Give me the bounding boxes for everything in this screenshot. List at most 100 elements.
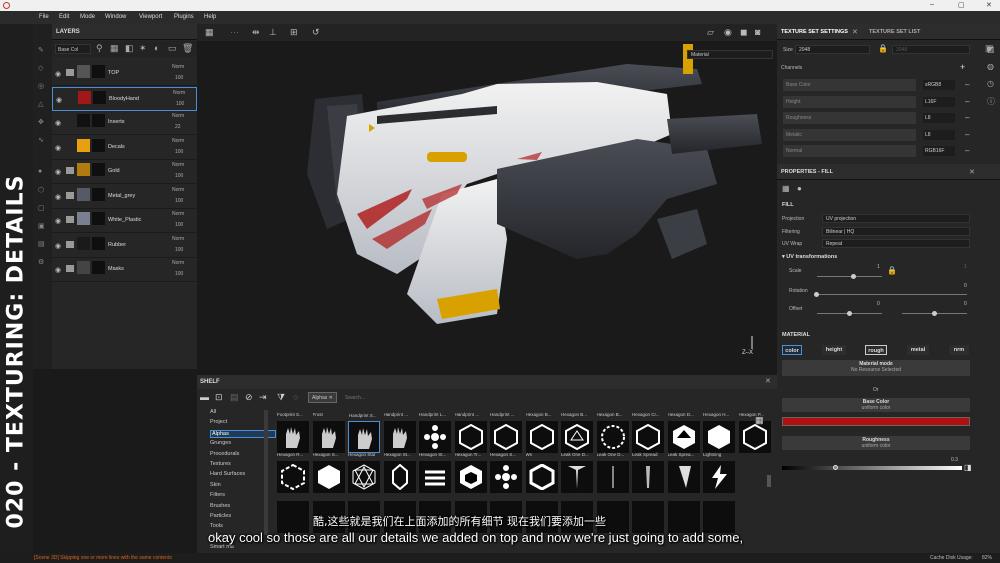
- size-linked-field[interactable]: 2048: [892, 45, 970, 54]
- layer-opacity[interactable]: 100: [175, 75, 183, 81]
- video-icon[interactable]: ◼: [740, 27, 747, 38]
- layer-row[interactable]: ◉ TOP Norm 100: [52, 62, 197, 86]
- bake-icon[interactable]: ▣: [38, 222, 46, 230]
- display-settings-icon[interactable]: ◩: [987, 45, 995, 54]
- shelf-tile[interactable]: Hexagon Star: [348, 452, 380, 493]
- layer-opacity[interactable]: 100: [175, 198, 183, 204]
- log-icon[interactable]: ⓘ: [987, 96, 995, 107]
- export-icon[interactable]: ▤: [38, 240, 46, 248]
- layer-opacity[interactable]: 100: [175, 247, 183, 253]
- filtering-select[interactable]: Bilinear | HQ: [822, 227, 970, 236]
- folder-icon[interactable]: [66, 265, 74, 272]
- shelf-tile[interactable]: Leak Spread: [632, 452, 664, 493]
- grid-icon[interactable]: ▦: [205, 27, 214, 38]
- shelf-export-icon[interactable]: ⇥: [259, 392, 267, 403]
- visibility-eye-icon[interactable]: ◉: [55, 119, 61, 127]
- remove-channel-icon[interactable]: –: [965, 146, 969, 155]
- folder-icon[interactable]: [66, 240, 74, 248]
- render-icon[interactable]: ◉: [724, 27, 732, 38]
- tab-texture-set-settings[interactable]: TEXTURE SET SETTINGS: [781, 29, 848, 35]
- uv-transformations-label[interactable]: ▾ UV transformations: [782, 254, 837, 260]
- rotation-knob[interactable]: [814, 292, 819, 297]
- offset-knob-v[interactable]: [932, 311, 937, 316]
- shelf-search-input[interactable]: [345, 392, 465, 403]
- menu-mode[interactable]: Mode: [80, 14, 95, 20]
- shelf-tile[interactable]: Hexagon St...: [419, 452, 451, 493]
- shelf-tile[interactable]: Leak One D...: [561, 452, 593, 493]
- eraser-icon[interactable]: ◇: [38, 64, 46, 72]
- scale-slider[interactable]: [817, 276, 882, 277]
- shelf-tile[interactable]: Hexagon B...: [596, 412, 629, 453]
- add-view-icon[interactable]: ⊞: [290, 27, 298, 38]
- close-shelf-icon[interactable]: ✕: [765, 377, 771, 385]
- shelf-tile[interactable]: Leak Sprea...: [667, 452, 700, 493]
- shelf-save-icon[interactable]: ▤: [230, 392, 239, 403]
- menu-window[interactable]: Window: [105, 14, 126, 20]
- menu-file[interactable]: File: [39, 14, 49, 20]
- visibility-eye-icon[interactable]: ◉: [55, 266, 61, 274]
- layer-blend-mode[interactable]: Norm: [172, 236, 184, 242]
- mat-rough-button[interactable]: rough: [865, 345, 887, 355]
- layer-blend-mode[interactable]: Norm: [172, 187, 184, 193]
- folder-icon[interactable]: [66, 167, 74, 174]
- offset-knob-u[interactable]: [847, 311, 852, 316]
- visibility-eye-icon[interactable]: ◉: [55, 144, 61, 152]
- history-icon[interactable]: ↺: [312, 27, 320, 38]
- folder-icon[interactable]: [66, 216, 74, 223]
- layer-opacity[interactable]: 100: [175, 149, 183, 155]
- shelf-tile[interactable]: Hexagon R...: [277, 452, 309, 493]
- grid-view-icon[interactable]: ▦: [755, 415, 764, 426]
- layer-row[interactable]: ◉ Rubber Norm 100: [52, 233, 197, 258]
- layer-blend-mode[interactable]: Norm: [172, 260, 184, 266]
- layer-opacity[interactable]: 22: [175, 124, 181, 130]
- symmetry-icon[interactable]: ⇹: [252, 27, 260, 38]
- add-smart-mask-icon[interactable]: ◐: [154, 43, 159, 53]
- visibility-eye-icon[interactable]: ◉: [55, 217, 61, 225]
- minimize-button[interactable]: –: [930, 1, 934, 8]
- channel-format-select[interactable]: sRGB8: [923, 80, 955, 90]
- shelf-tile[interactable]: Handprint ...: [490, 412, 522, 453]
- channel-format-select[interactable]: L16F: [923, 96, 955, 107]
- channel-format-select[interactable]: RGB16F: [923, 146, 955, 156]
- smudge-icon[interactable]: ∿: [38, 136, 46, 144]
- shelf-category-all[interactable]: All: [210, 409, 216, 415]
- shelf-scrollbar[interactable]: [767, 475, 771, 487]
- layer-blend-mode[interactable]: Norm: [172, 64, 184, 70]
- menu-help[interactable]: Help: [204, 14, 216, 20]
- layer-opacity[interactable]: 100: [176, 101, 184, 107]
- filter-icon[interactable]: ⧩: [277, 392, 285, 403]
- shelf-tile[interactable]: Hexagon B...: [525, 412, 558, 453]
- visibility-eye-icon[interactable]: ◉: [55, 242, 61, 250]
- material-mode-select[interactable]: Material: [687, 50, 773, 59]
- layer-blend-mode[interactable]: Norm: [172, 113, 184, 119]
- add-fill-layer-icon[interactable]: ▦: [110, 43, 119, 54]
- shelf-tile[interactable]: Hexagon Cr...: [632, 412, 664, 453]
- folder-icon[interactable]: [66, 191, 74, 199]
- layer-row[interactable]: ◉ White_Plastic Norm 100: [52, 209, 197, 233]
- geometry-mask-icon[interactable]: △: [38, 100, 46, 108]
- base-color-swatch[interactable]: [782, 417, 970, 426]
- visibility-eye-icon[interactable]: ◉: [55, 193, 61, 201]
- menu-viewport[interactable]: Viewport: [139, 14, 162, 20]
- tab-texture-set-list[interactable]: TEXTURE SET LIST: [869, 29, 920, 35]
- remove-channel-icon[interactable]: –: [965, 97, 969, 106]
- layer-row[interactable]: ◉ Metal_grey Norm 100: [52, 184, 197, 209]
- polygon-fill-icon[interactable]: ⬡: [38, 186, 46, 194]
- color-picker-icon[interactable]: ●: [38, 168, 46, 176]
- scale-knob[interactable]: [851, 274, 856, 279]
- shelf-category-skin[interactable]: Skin: [210, 482, 221, 488]
- shelf-tile[interactable]: Hexagon D...: [667, 412, 700, 453]
- shelf-category-textures[interactable]: Textures: [210, 461, 231, 467]
- menu-plugins[interactable]: Plugins: [174, 14, 194, 20]
- layer-row[interactable]: ◉ Inserts Norm 22: [52, 111, 197, 135]
- shelf-tile[interactable]: Footprint S...: [277, 412, 309, 453]
- shelf-folder-icon[interactable]: ▬: [200, 392, 209, 402]
- shelf-tile[interactable]: Frost: [312, 412, 345, 453]
- shelf-tile[interactable]: Leak One D...: [596, 452, 629, 493]
- fill-mode-icon[interactable]: ▦: [782, 184, 790, 193]
- layer-row[interactable]: ◉ Masks Norm 100: [52, 258, 197, 282]
- shelf-category-filters[interactable]: Filters: [210, 492, 225, 498]
- layer-row[interactable]: ◉ BloodyHand Norm 100: [52, 86, 197, 111]
- visibility-eye-icon[interactable]: ◉: [56, 96, 62, 104]
- shelf-tile[interactable]: Hexagon Tr...: [454, 452, 487, 493]
